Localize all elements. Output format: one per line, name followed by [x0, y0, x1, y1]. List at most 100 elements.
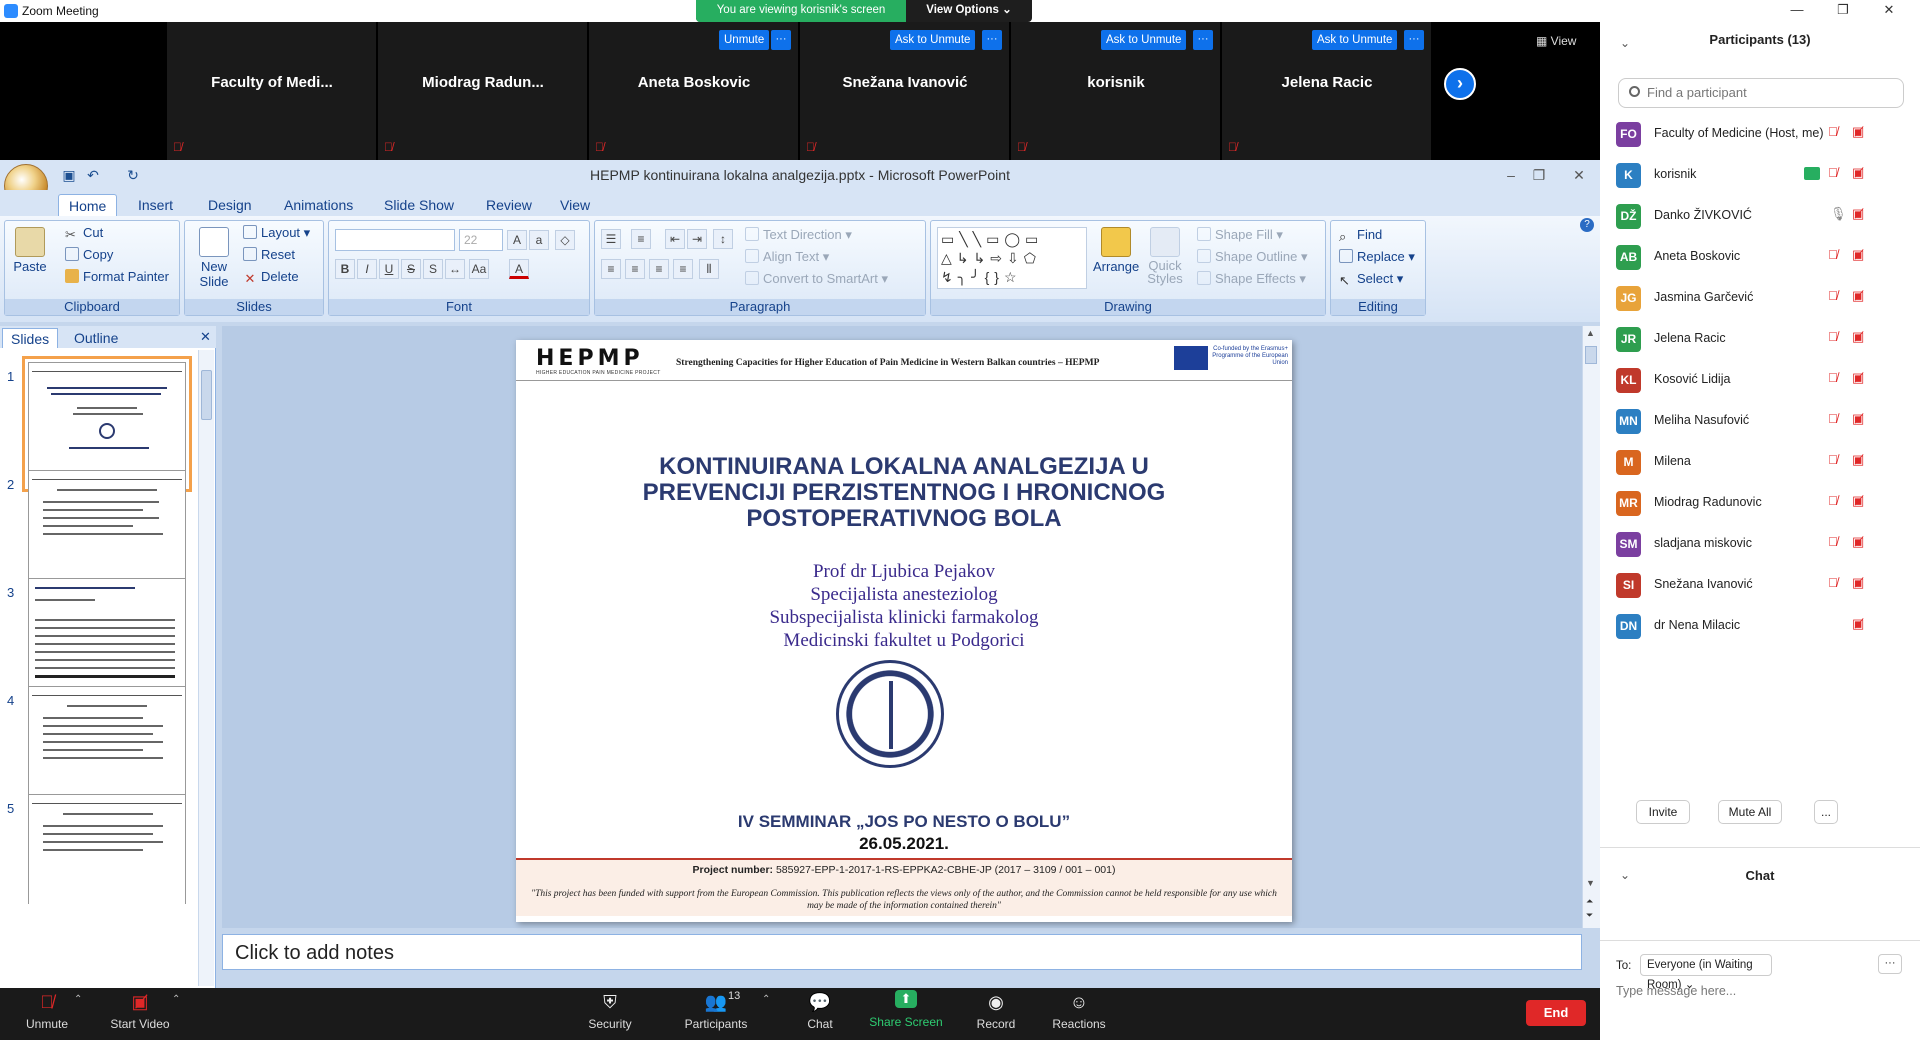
- find-button[interactable]: ⌕ Find: [1339, 227, 1382, 244]
- format-painter-button[interactable]: Format Painter: [65, 269, 169, 284]
- slide-thumbnail[interactable]: 4: [7, 686, 186, 810]
- muted-mic-icon[interactable]: 🎙̸: [1828, 534, 1838, 549]
- slide-thumbnail[interactable]: 1: [7, 356, 192, 492]
- participant-row[interactable]: DŽ Danko ŽIVKOVIĆ 🎙 ▣̸: [1600, 196, 1920, 236]
- participant-row[interactable]: KL Kosović Lidija 🎙̸ ▣̸: [1600, 360, 1920, 400]
- reactions-button[interactable]: ☺ Reactions: [1052, 990, 1106, 1031]
- reset-button[interactable]: Reset: [243, 247, 295, 262]
- shrink-font-icon[interactable]: a: [529, 230, 549, 250]
- layout-button[interactable]: Layout ▾: [243, 225, 310, 241]
- ppt-restore-icon[interactable]: ❐: [1530, 166, 1548, 184]
- current-slide[interactable]: HEPMP HIGHER EDUCATION PAIN MEDICINE PRO…: [516, 340, 1292, 922]
- ppt-close-icon[interactable]: ✕: [1570, 166, 1588, 184]
- chat-recipient-dropdown[interactable]: Everyone (in Waiting Room) ⌄: [1640, 954, 1772, 991]
- scrollbar-thumb[interactable]: [1585, 346, 1597, 364]
- video-tile[interactable]: Ask to Unmute ··· korisnik 🎙̸: [1011, 22, 1221, 160]
- participant-row[interactable]: MR Miodrag Radunovic 🎙̸ ▣̸: [1600, 483, 1920, 523]
- grow-font-icon[interactable]: A: [507, 230, 527, 250]
- participant-row[interactable]: Kkorisnik 🎙̸ ▣̸: [1600, 155, 1920, 195]
- muted-mic-icon[interactable]: 🎙̸: [1828, 493, 1838, 508]
- slide-thumbnail[interactable]: 3: [7, 578, 186, 702]
- font-color-icon[interactable]: A: [509, 259, 529, 279]
- help-icon[interactable]: ?: [1580, 218, 1594, 232]
- align-text-button[interactable]: Align Text ▾: [745, 249, 829, 265]
- video-tile[interactable]: Unmute ··· Aneta Boskovic 🎙̸: [589, 22, 799, 160]
- tile-more-button[interactable]: ···: [1404, 30, 1424, 50]
- line-spacing-icon[interactable]: ↕: [713, 229, 733, 249]
- unmute-button[interactable]: Unmute: [719, 30, 770, 50]
- ask-to-unmute-button[interactable]: Ask to Unmute: [1312, 30, 1398, 50]
- scroll-up-icon[interactable]: ▲: [1586, 328, 1595, 338]
- shadow-icon[interactable]: S: [423, 259, 443, 279]
- italic-icon[interactable]: I: [357, 259, 377, 279]
- tab-home[interactable]: Home: [58, 194, 118, 216]
- tab-outline[interactable]: Outline: [66, 328, 126, 348]
- font-size-field[interactable]: 22: [459, 229, 503, 251]
- underline-icon[interactable]: U: [379, 259, 399, 279]
- maximize-icon[interactable]: ❐: [1820, 0, 1866, 22]
- align-right-icon[interactable]: ≡: [649, 259, 669, 279]
- shape-fill-button[interactable]: Shape Fill ▾: [1197, 227, 1283, 243]
- tab-view[interactable]: View: [550, 194, 600, 216]
- slide-thumbnail[interactable]: 2: [7, 470, 186, 594]
- tab-slides[interactable]: Slides: [2, 328, 59, 348]
- numbering-icon[interactable]: ≡: [631, 229, 651, 249]
- tab-slide-show[interactable]: Slide Show: [374, 194, 464, 216]
- slide-thumbnail[interactable]: 5: [7, 794, 186, 904]
- clear-format-icon[interactable]: ◇: [555, 230, 575, 250]
- audio-options-chevron-icon[interactable]: ⌃: [74, 994, 82, 1005]
- muted-mic-icon[interactable]: 🎙̸: [1828, 124, 1838, 139]
- notes-pane[interactable]: Click to add notes: [222, 934, 1582, 970]
- arrange-button[interactable]: Arrange: [1093, 227, 1139, 274]
- increase-indent-icon[interactable]: ⇥: [687, 229, 707, 249]
- view-options-button[interactable]: View Options ⌄: [906, 0, 1032, 22]
- paste-button[interactable]: Paste: [11, 227, 49, 274]
- new-slide-button[interactable]: New Slide: [193, 227, 235, 289]
- participants-button[interactable]: 👥 Participants: [680, 990, 752, 1031]
- select-button[interactable]: ↖ Select ▾: [1339, 271, 1403, 288]
- replace-button[interactable]: Replace ▾: [1339, 249, 1415, 265]
- muted-mic-icon[interactable]: 🎙̸: [1828, 288, 1838, 303]
- justify-icon[interactable]: ≡: [673, 259, 693, 279]
- muted-mic-icon[interactable]: 🎙̸: [1828, 411, 1838, 426]
- participant-row[interactable]: DN dr Nena Milacic ▣̸: [1600, 606, 1920, 646]
- bullets-icon[interactable]: ☰: [601, 229, 621, 249]
- video-tile[interactable]: Faculty of Medi... 🎙̸: [167, 22, 377, 160]
- participant-row[interactable]: M Milena 🎙̸ ▣̸: [1600, 442, 1920, 482]
- muted-mic-icon[interactable]: 🎙̸: [1828, 370, 1838, 385]
- video-tile[interactable]: Miodrag Radun... 🎙̸: [378, 22, 588, 160]
- muted-mic-icon[interactable]: 🎙̸: [1828, 165, 1838, 180]
- participant-row[interactable]: FO Faculty of Medicine (Host, me) 🎙̸ ▣̸: [1600, 114, 1920, 154]
- participant-row[interactable]: JR Jelena Racic 🎙̸ ▣̸: [1600, 319, 1920, 359]
- video-options-chevron-icon[interactable]: ⌃: [172, 994, 180, 1005]
- cut-button[interactable]: ✂ Cut: [65, 225, 103, 242]
- muted-mic-icon[interactable]: 🎙̸: [1828, 575, 1838, 590]
- shapes-gallery[interactable]: ▭╲╲▭◯▭ △↳↳⇨⇩⬠ ↯╮╯{}☆: [937, 227, 1087, 289]
- chat-button[interactable]: 💬 Chat: [800, 990, 840, 1031]
- tile-more-button[interactable]: ···: [771, 30, 791, 50]
- tile-more-button[interactable]: ···: [982, 30, 1002, 50]
- change-case-icon[interactable]: Aa: [469, 259, 489, 279]
- copy-button[interactable]: Copy: [65, 247, 113, 262]
- minimize-icon[interactable]: —: [1774, 0, 1820, 22]
- participant-row[interactable]: SM sladjana miskovic 🎙̸ ▣̸: [1600, 524, 1920, 564]
- muted-mic-icon[interactable]: 🎙̸: [1828, 452, 1838, 467]
- bold-icon[interactable]: B: [335, 259, 355, 279]
- close-icon[interactable]: ✕: [1866, 0, 1912, 22]
- participant-row[interactable]: JG Jasmina Garčević 🎙̸ ▣̸: [1600, 278, 1920, 318]
- muted-mic-icon[interactable]: 🎙̸: [1828, 329, 1838, 344]
- quick-styles-button[interactable]: Quick Styles: [1143, 227, 1187, 285]
- scrollbar-thumb[interactable]: [201, 370, 212, 420]
- tab-review[interactable]: Review: [476, 194, 542, 216]
- decrease-indent-icon[interactable]: ⇤: [665, 229, 685, 249]
- chat-message-input[interactable]: Type message here...: [1616, 984, 1736, 998]
- align-left-icon[interactable]: ≡: [601, 259, 621, 279]
- ask-to-unmute-button[interactable]: Ask to Unmute: [890, 30, 976, 50]
- tile-more-button[interactable]: ···: [1193, 30, 1213, 50]
- participant-row[interactable]: SI Snežana Ivanović 🎙̸ ▣̸: [1600, 565, 1920, 605]
- view-layout-button[interactable]: ▦ View: [1536, 34, 1576, 48]
- share-screen-button[interactable]: ⬆ Share Screen: [868, 990, 944, 1029]
- smartart-button[interactable]: Convert to SmartArt ▾: [745, 271, 888, 287]
- participant-row[interactable]: MN Meliha Nasufović 🎙̸ ▣̸: [1600, 401, 1920, 441]
- shape-outline-button[interactable]: Shape Outline ▾: [1197, 249, 1308, 265]
